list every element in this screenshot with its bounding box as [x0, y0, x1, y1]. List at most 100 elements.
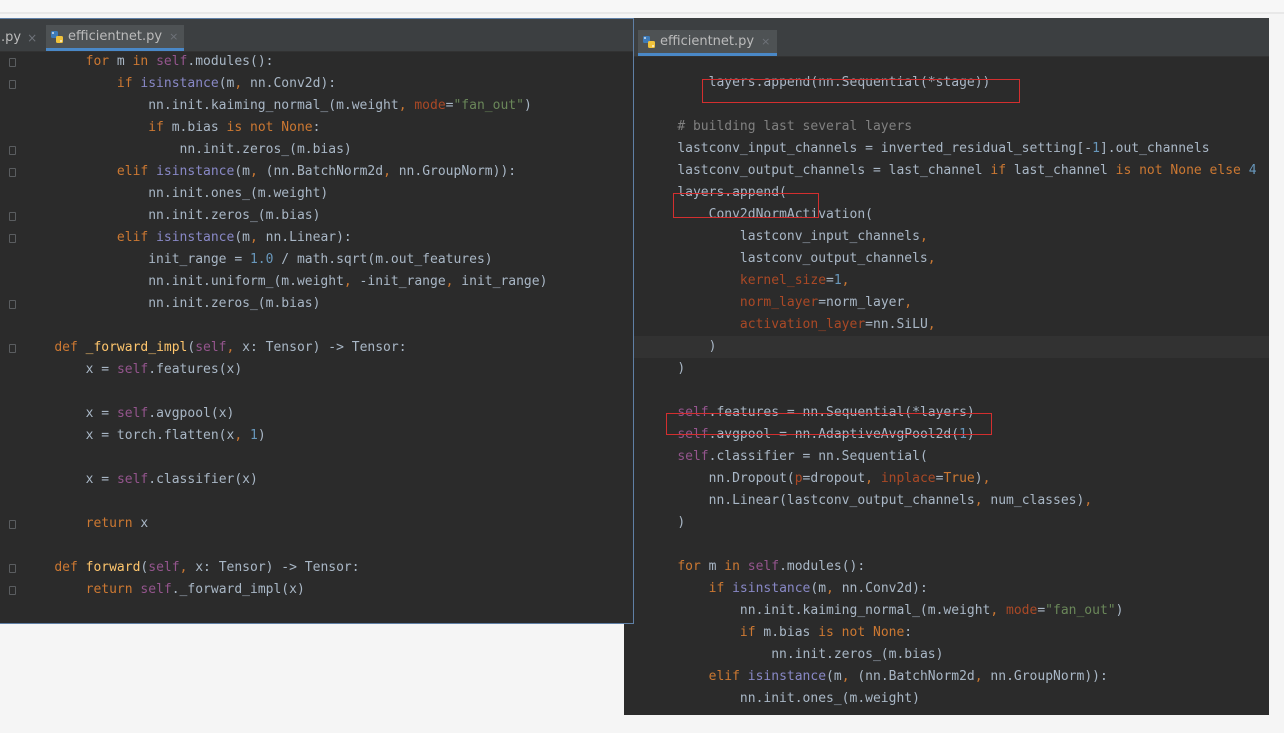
- fold-marker-icon[interactable]: [9, 586, 16, 595]
- code-line[interactable]: init_range = 1.0 / math.sqrt(m.out_featu…: [23, 249, 492, 271]
- fold-marker-icon[interactable]: [9, 58, 16, 67]
- code-token: :: [312, 120, 321, 135]
- code-line[interactable]: elif isinstance(m, (nn.BatchNorm2d, nn.G…: [23, 161, 516, 183]
- code-token: nn.init.ones_(m.weight): [148, 186, 329, 201]
- code-line[interactable]: kernel_size=1,: [646, 270, 850, 292]
- tab-efficientnet-py[interactable]: efficientnet.py ×: [638, 30, 778, 56]
- code-line[interactable]: x = torch.flatten(x, 1): [23, 425, 266, 447]
- code-line[interactable]: self.classifier = nn.Sequential(: [646, 446, 928, 468]
- code-line[interactable]: lastconv_output_channels,: [646, 248, 936, 270]
- code-token: lastconv_input_channels: [739, 229, 920, 244]
- code-token: nn.GroupNorm)):: [982, 669, 1108, 684]
- code-token: m: [109, 54, 133, 69]
- close-icon[interactable]: ×: [169, 30, 178, 43]
- code-line[interactable]: nn.init.zeros_(m.bias): [23, 205, 320, 227]
- code-line[interactable]: x = self.classifier(x): [23, 469, 258, 491]
- code-line[interactable]: activation_layer=nn.SiLU,: [646, 314, 936, 336]
- code-line[interactable]: for m in self.modules():: [646, 556, 865, 578]
- code-line[interactable]: if m.bias is not None:: [646, 622, 912, 644]
- code-token: ): [974, 471, 983, 486]
- code-line[interactable]: if isinstance(m, nn.Conv2d):: [646, 578, 928, 600]
- code-token: m: [700, 559, 725, 574]
- tab-efficientnet-py[interactable]: efficientnet.py ×: [46, 25, 185, 51]
- code-token: isinstance: [156, 164, 235, 179]
- code-token: in: [724, 559, 740, 574]
- code-line[interactable]: lastconv_input_channels,: [646, 226, 928, 248]
- code-token: nn.Conv2d):: [833, 581, 928, 596]
- code-token: x = torch.flatten(x: [85, 428, 235, 443]
- code-token: ,: [250, 230, 258, 245]
- fold-marker-icon[interactable]: [9, 300, 16, 309]
- fold-marker-icon[interactable]: [9, 520, 16, 529]
- code-line[interactable]: if isinstance(m, nn.Conv2d):: [23, 73, 336, 95]
- code-token: x =: [85, 362, 117, 377]
- close-icon[interactable]: ×: [27, 31, 37, 45]
- code-line[interactable]: ): [646, 336, 717, 358]
- tab-previous-file[interactable]: .py ×: [1, 30, 37, 45]
- code-line[interactable]: nn.init.ones_(m.weight): [23, 183, 328, 205]
- code-line[interactable]: def forward(self, x: Tensor) -> Tensor:: [23, 557, 360, 579]
- editor-window-right[interactable]: efficientnet.py × layers.append(nn.Seque…: [624, 18, 1269, 715]
- code-token: x: Tensor) -> Tensor:: [234, 340, 407, 355]
- code-token: elif: [116, 164, 149, 179]
- editor-window-left[interactable]: .py × efficientnet.py × for m in self.mo…: [0, 18, 634, 624]
- code-token: def: [54, 340, 78, 355]
- code-token: ): [1115, 603, 1124, 618]
- code-line[interactable]: lastconv_output_channels = last_channel …: [646, 160, 1256, 182]
- code-line[interactable]: return self._forward_impl(x): [23, 579, 305, 601]
- code-line[interactable]: nn.init.kaiming_normal_(m.weight, mode="…: [23, 95, 532, 117]
- code-line[interactable]: nn.init.ones_(m.weight): [646, 688, 920, 710]
- code-line[interactable]: elif isinstance(m, nn.Linear):: [23, 227, 352, 249]
- fold-marker-icon[interactable]: [9, 146, 16, 155]
- fold-marker-icon[interactable]: [9, 564, 16, 573]
- code-line[interactable]: elif isinstance(m, (nn.BatchNorm2d, nn.G…: [646, 666, 1108, 688]
- code-line[interactable]: nn.Linear(lastconv_output_channels, num_…: [646, 490, 1093, 512]
- code-line[interactable]: nn.init.uniform_(m.weight, -init_range, …: [23, 271, 547, 293]
- close-icon[interactable]: ×: [761, 35, 770, 48]
- code-line[interactable]: nn.init.zeros_(m.bias): [23, 139, 352, 161]
- code-line[interactable]: nn.init.kaiming_normal_(m.weight, mode="…: [646, 600, 1124, 622]
- fold-marker-icon[interactable]: [9, 168, 16, 177]
- code-token: nn.init.zeros_(m.bias): [148, 208, 321, 223]
- code-token: nn.init.kaiming_normal_(m.weight: [148, 98, 399, 113]
- code-line[interactable]: nn.init.zeros_(m.bias): [23, 293, 320, 315]
- code-token: x: Tensor) -> Tensor:: [187, 560, 360, 575]
- code-token: self: [116, 406, 149, 421]
- code-line[interactable]: nn.Dropout(p=dropout, inplace=True),: [646, 468, 991, 490]
- code-token: self: [140, 582, 172, 597]
- code-line[interactable]: # building last several layers: [646, 116, 912, 138]
- code-token: init_range =: [148, 252, 250, 267]
- code-line[interactable]: x = self.avgpool(x): [23, 403, 235, 425]
- code-line[interactable]: if m.bias is not None:: [23, 117, 320, 139]
- code-token: for: [677, 559, 701, 574]
- code-line[interactable]: ): [646, 358, 685, 380]
- code-token: .classifier = nn.Sequential(: [708, 449, 928, 464]
- code-line[interactable]: ): [646, 512, 685, 534]
- fold-marker-icon[interactable]: [9, 344, 16, 353]
- fold-marker-icon[interactable]: [9, 234, 16, 243]
- code-line[interactable]: def _forward_impl(self, x: Tensor) -> Te…: [23, 337, 407, 359]
- fold-marker-icon[interactable]: [9, 80, 16, 89]
- code-line[interactable]: norm_layer=norm_layer,: [646, 292, 912, 314]
- code-line[interactable]: return x: [23, 513, 149, 535]
- code-line[interactable]: x = self.features(x): [23, 359, 243, 381]
- code-token: .avgpool(x): [148, 406, 235, 421]
- code-token: self: [156, 54, 188, 69]
- fold-marker-icon[interactable]: [9, 212, 16, 221]
- code-line[interactable]: lastconv_input_channels = inverted_resid…: [646, 138, 1209, 160]
- code-line[interactable]: for m in self.modules():: [23, 51, 274, 73]
- code-line[interactable]: nn.init.zeros_(m.bias): [646, 644, 943, 666]
